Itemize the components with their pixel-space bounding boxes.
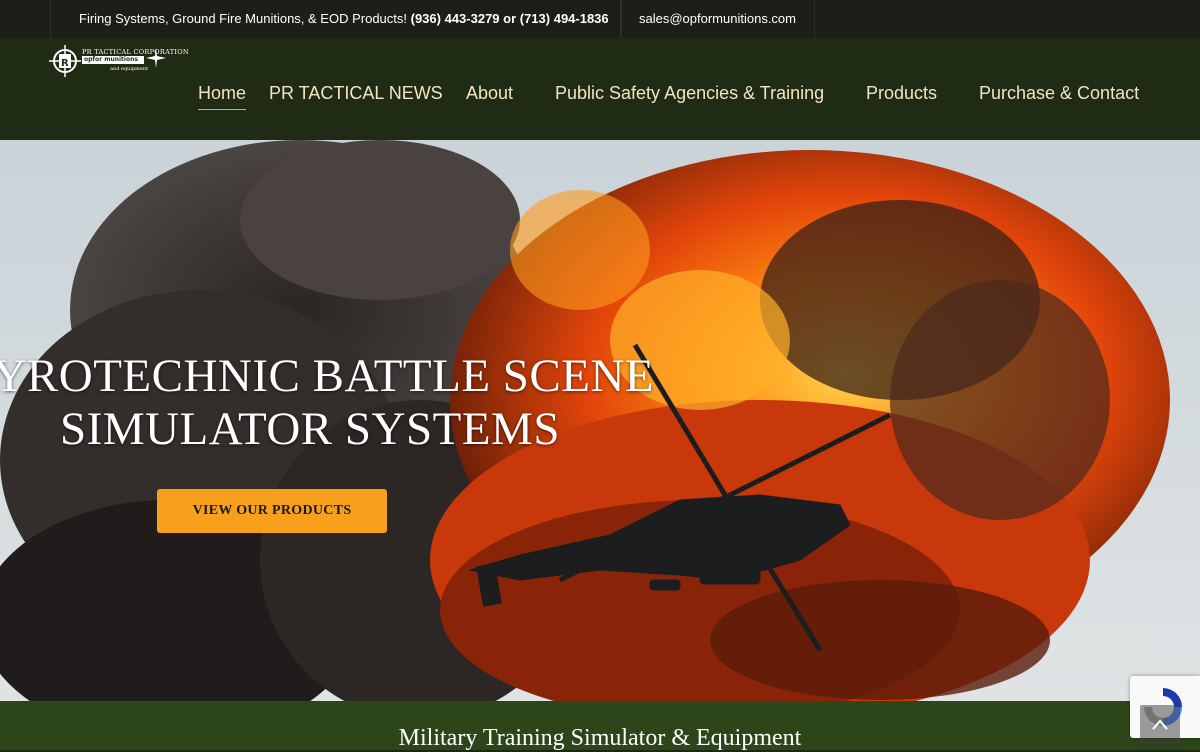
- section-title: Military Training Simulator & Equipment: [398, 725, 802, 751]
- scroll-to-top-button[interactable]: [1140, 705, 1180, 745]
- section-band: Military Training Simulator & Equipment: [0, 701, 1200, 751]
- topbar-info: Firing Systems, Ground Fire Munitions, &…: [50, 0, 622, 38]
- nav-public-safety[interactable]: Public Safety Agencies & Training: [555, 82, 824, 104]
- topbar-email-link[interactable]: sales@opformunitions.com: [639, 11, 796, 26]
- nav-products[interactable]: Products: [866, 82, 937, 104]
- hero-title-line2: SIMULATOR SYSTEMS: [60, 403, 560, 455]
- site-header: R PR TACTICAL CORPORATION opfor munition…: [0, 38, 1200, 140]
- top-info-bar: Firing Systems, Ground Fire Munitions, &…: [0, 0, 1200, 38]
- topbar-info-text: Firing Systems, Ground Fire Munitions, &…: [79, 11, 407, 26]
- main-nav: Home PR TACTICAL NEWS About Public Safet…: [0, 38, 1200, 140]
- hero-title-line1: PYROTECHNIC BATTLE SCENE: [0, 350, 655, 402]
- nav-home[interactable]: Home: [198, 82, 247, 110]
- hero-slider: PYROTECHNIC BATTLE SCENE SIMULATOR SYSTE…: [0, 140, 1200, 701]
- topbar-phones[interactable]: (936) 443-3279 or (713) 494-1836: [411, 11, 609, 26]
- nav-about[interactable]: About: [466, 82, 513, 104]
- nav-pr-tactical-news[interactable]: PR TACTICAL NEWS: [269, 82, 443, 104]
- view-products-button[interactable]: VIEW OUR PRODUCTS: [157, 489, 387, 533]
- scroll-to-top-icon: [1152, 719, 1168, 730]
- topbar-email-cell: sales@opformunitions.com: [620, 0, 815, 38]
- hero-title: PYROTECHNIC BATTLE SCENE SIMULATOR SYSTE…: [0, 350, 660, 456]
- nav-purchase-contact[interactable]: Purchase & Contact: [979, 82, 1139, 104]
